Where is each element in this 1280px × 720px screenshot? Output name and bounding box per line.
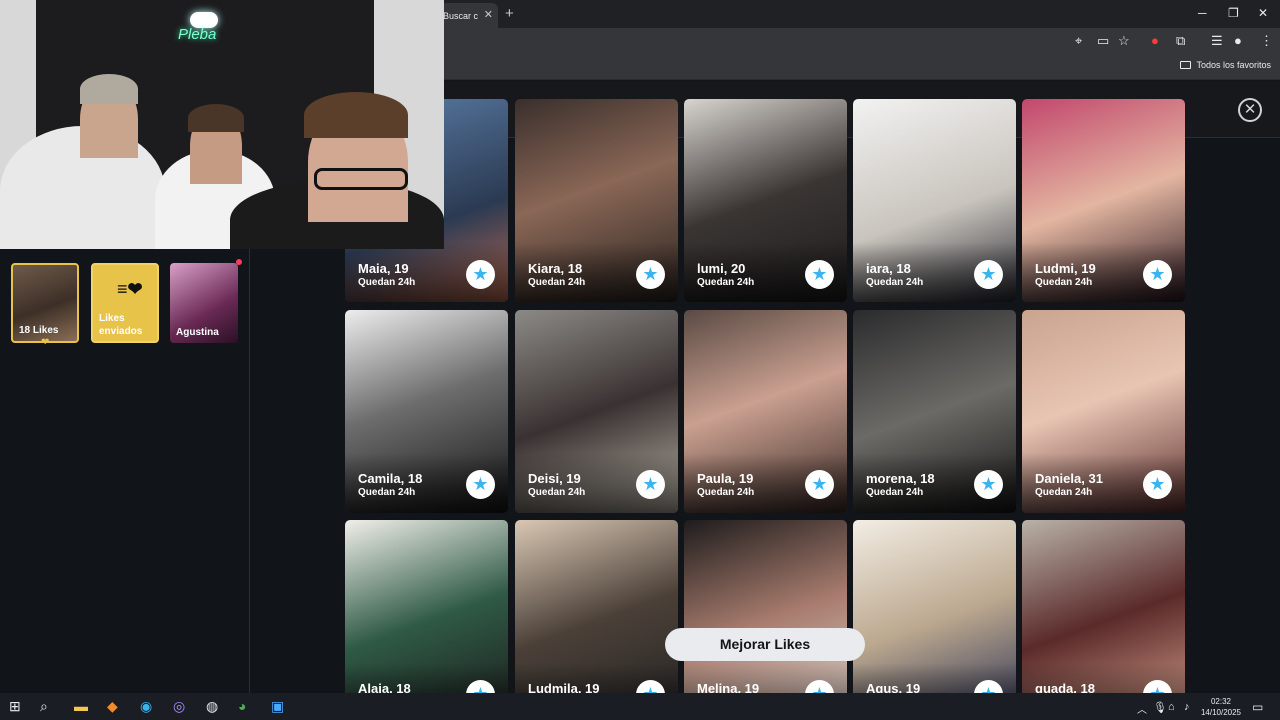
chrome-icon[interactable]: ◕ xyxy=(238,698,246,714)
restore-icon[interactable]: ❐ xyxy=(1228,6,1239,20)
profile-name: Deisi, 19 xyxy=(528,471,581,486)
profile-time-left: Quedan 24h xyxy=(528,277,586,288)
bookmark-star-icon[interactable]: ☆ xyxy=(1118,33,1130,49)
profile-name: morena, 18 xyxy=(866,471,935,486)
edge-icon[interactable]: ◉ xyxy=(140,698,152,715)
new-match-dot xyxy=(236,259,242,265)
profile-card[interactable]: Kiara, 18 Quedan 24h ★ xyxy=(515,99,678,302)
browser-tab[interactable]: Buscar c ✕ xyxy=(436,3,498,28)
extensions-icon[interactable]: ⧉ xyxy=(1176,33,1185,49)
tray-chevron-icon[interactable]: ︿ xyxy=(1137,701,1147,716)
glasses xyxy=(314,168,408,190)
star-icon[interactable]: ★ xyxy=(974,260,1003,289)
heart-icon: ❤ xyxy=(41,337,50,348)
profile-time-left: Quedan 24h xyxy=(528,487,586,498)
file-explorer-icon[interactable]: ▬ xyxy=(74,698,88,714)
photos-icon[interactable]: ▣ xyxy=(271,698,284,715)
profile-time-left: Quedan 24h xyxy=(1035,487,1093,498)
profile-time-left: Quedan 24h xyxy=(866,277,924,288)
profile-name: Kiara, 18 xyxy=(528,261,583,276)
star-icon[interactable]: ★ xyxy=(805,260,834,289)
screen: Buscar c ✕ + ─ ❐ ✕ ⌖ ▭ ☆ ● ⧉ ☰ ● ⋮ Todos… xyxy=(0,0,1280,720)
clock-time: 02:32 xyxy=(1210,697,1231,706)
mejorar-likes-button[interactable]: Mejorar Likes xyxy=(665,628,865,661)
profile-card[interactable]: Camila, 18 Quedan 24h ★ xyxy=(345,310,508,513)
recording-icon[interactable]: ● xyxy=(1151,33,1159,48)
star-icon[interactable]: ★ xyxy=(1143,470,1172,499)
install-app-icon[interactable]: ▭ xyxy=(1097,33,1109,49)
taskbar-clock[interactable]: 02:32 14/10/2025 xyxy=(1201,696,1241,718)
person-left-hair xyxy=(80,74,138,104)
profile-card[interactable]: lumi, 20 Quedan 24h ★ xyxy=(684,99,847,302)
microphone-icon[interactable]: 🎙 xyxy=(1153,701,1167,714)
neon-sign: Pleba xyxy=(178,26,217,43)
search-icon[interactable]: ⌕ xyxy=(40,698,48,715)
folder-icon xyxy=(1180,61,1192,69)
profile-card[interactable]: morena, 18 Quedan 24h ★ xyxy=(853,310,1016,513)
all-bookmarks-button[interactable]: Todos los favoritos xyxy=(1180,60,1271,70)
sent-label-1: Likes xyxy=(99,313,125,324)
discord-icon[interactable]: ◎ xyxy=(173,698,185,715)
profile-avatar-icon[interactable]: ● xyxy=(1234,33,1242,48)
brave-icon[interactable]: ◆ xyxy=(107,698,118,715)
profile-card[interactable]: Ludmi, 19 Quedan 24h ★ xyxy=(1022,99,1185,302)
profile-card[interactable]: Agus, 19★ xyxy=(853,520,1016,720)
profile-time-left: Quedan 24h xyxy=(358,487,416,498)
windows-icon[interactable]: ⊞ xyxy=(9,698,21,715)
clock-date: 14/10/2025 xyxy=(1200,708,1241,717)
location-icon[interactable]: ⌖ xyxy=(1075,33,1082,49)
obs-icon[interactable]: ◍ xyxy=(206,698,218,715)
profile-card[interactable]: Daniela, 31 Quedan 24h ★ xyxy=(1022,310,1185,513)
webcam-overlay: Pleba xyxy=(0,0,444,249)
sent-label-2: enviados xyxy=(99,326,143,337)
likes-count-label: 18 Likes xyxy=(19,325,59,336)
star-icon[interactable]: ★ xyxy=(805,470,834,499)
profile-card[interactable]: Ludmila, 19★ xyxy=(515,520,678,720)
profile-card[interactable]: Alaia, 18★ xyxy=(345,520,508,720)
tab-close-icon[interactable]: ✕ xyxy=(484,8,493,21)
profile-card[interactable]: guada, 18★ xyxy=(1022,520,1185,720)
match-name: Agustina xyxy=(176,327,219,338)
tab-search-icon[interactable]: ☰ xyxy=(1211,33,1223,49)
window-close-icon[interactable]: ✕ xyxy=(1258,6,1268,20)
star-icon[interactable]: ★ xyxy=(636,470,665,499)
match-card[interactable]: Agustina xyxy=(170,263,238,343)
likes-received-card[interactable]: 18 Likes xyxy=(11,263,79,343)
volume-icon[interactable]: ♪ xyxy=(1184,701,1190,713)
profile-name: lumi, 20 xyxy=(697,261,746,276)
star-icon[interactable]: ★ xyxy=(974,470,1003,499)
star-icon[interactable]: ★ xyxy=(1143,260,1172,289)
profile-name: Ludmi, 19 xyxy=(1035,261,1096,276)
profile-name: Camila, 18 xyxy=(358,471,423,486)
close-icon[interactable]: ✕ xyxy=(1238,98,1262,122)
star-icon[interactable]: ★ xyxy=(466,260,495,289)
profile-time-left: Quedan 24h xyxy=(358,277,416,288)
sent-hearts-icon: ≡❤ xyxy=(117,279,143,299)
profile-name: iara, 18 xyxy=(866,261,911,276)
profile-name: Maia, 19 xyxy=(358,261,409,276)
profile-card[interactable]: Paula, 19 Quedan 24h ★ xyxy=(684,310,847,513)
new-tab-icon[interactable]: + xyxy=(505,5,514,22)
profile-time-left: Quedan 24h xyxy=(697,277,755,288)
tab-title: Buscar c xyxy=(443,10,479,21)
network-icon[interactable]: ⌂ xyxy=(1168,701,1175,713)
profile-card[interactable]: Deisi, 19 Quedan 24h ★ xyxy=(515,310,678,513)
minimize-icon[interactable]: ─ xyxy=(1198,6,1207,20)
bookmarks-label: Todos los favoritos xyxy=(1196,60,1271,70)
profile-card[interactable]: iara, 18 Quedan 24h ★ xyxy=(853,99,1016,302)
likes-sent-card[interactable]: ≡❤ Likes enviados xyxy=(91,263,159,343)
star-icon[interactable]: ★ xyxy=(466,470,495,499)
profile-card[interactable]: Melina, 19★ xyxy=(684,520,847,720)
star-icon[interactable]: ★ xyxy=(636,260,665,289)
profile-time-left: Quedan 24h xyxy=(697,487,755,498)
profile-time-left: Quedan 24h xyxy=(866,487,924,498)
notification-icon[interactable]: ▭ xyxy=(1252,700,1263,714)
profile-name: Daniela, 31 xyxy=(1035,471,1103,486)
person-right-hair xyxy=(304,92,408,138)
profile-name: Paula, 19 xyxy=(697,471,754,486)
windows-taskbar xyxy=(0,693,1280,720)
profile-time-left: Quedan 24h xyxy=(1035,277,1093,288)
browser-menu-icon[interactable]: ⋮ xyxy=(1260,33,1273,49)
person-middle-hair xyxy=(188,104,244,132)
